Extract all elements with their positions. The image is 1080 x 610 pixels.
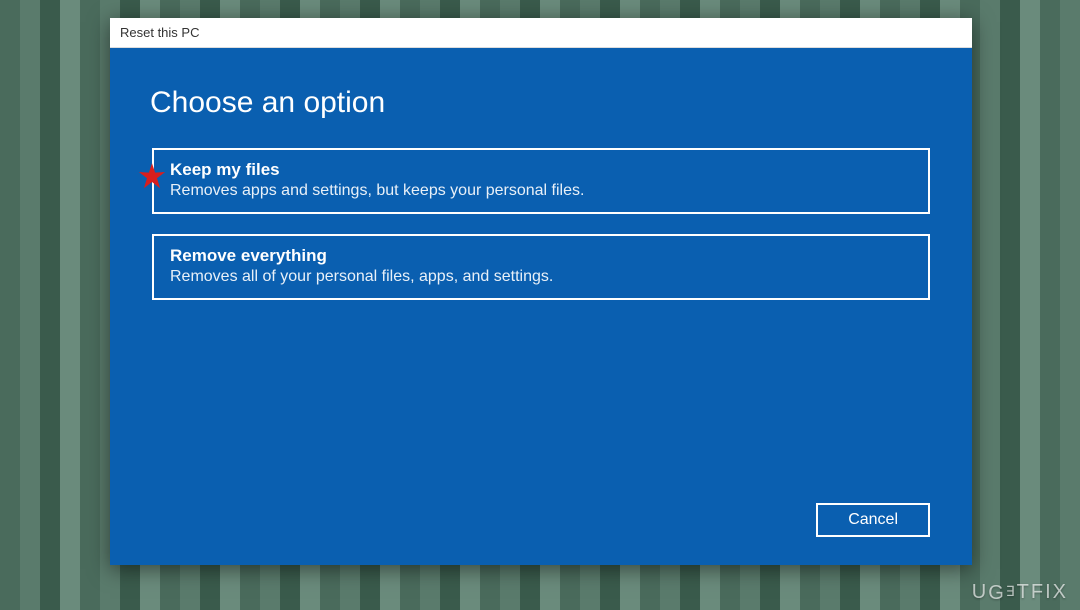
cancel-button[interactable]: Cancel bbox=[816, 503, 930, 537]
option-description: Removes all of your personal files, apps… bbox=[170, 268, 912, 286]
option-title: Keep my files bbox=[170, 160, 912, 180]
dialog-body: Choose an option Keep my files Removes a… bbox=[110, 48, 972, 565]
window-title: Reset this PC bbox=[120, 25, 199, 40]
option-title: Remove everything bbox=[170, 246, 912, 266]
dialog-heading: Choose an option bbox=[150, 86, 930, 120]
keep-my-files-option[interactable]: Keep my files Removes apps and settings,… bbox=[152, 148, 930, 214]
title-bar: Reset this PC bbox=[110, 18, 972, 48]
watermark-text: UG∃TFIX bbox=[972, 581, 1068, 604]
reset-pc-dialog: Reset this PC Choose an option Keep my f… bbox=[110, 18, 972, 565]
remove-everything-option[interactable]: Remove everything Removes all of your pe… bbox=[152, 234, 930, 300]
option-description: Removes apps and settings, but keeps you… bbox=[170, 182, 912, 200]
